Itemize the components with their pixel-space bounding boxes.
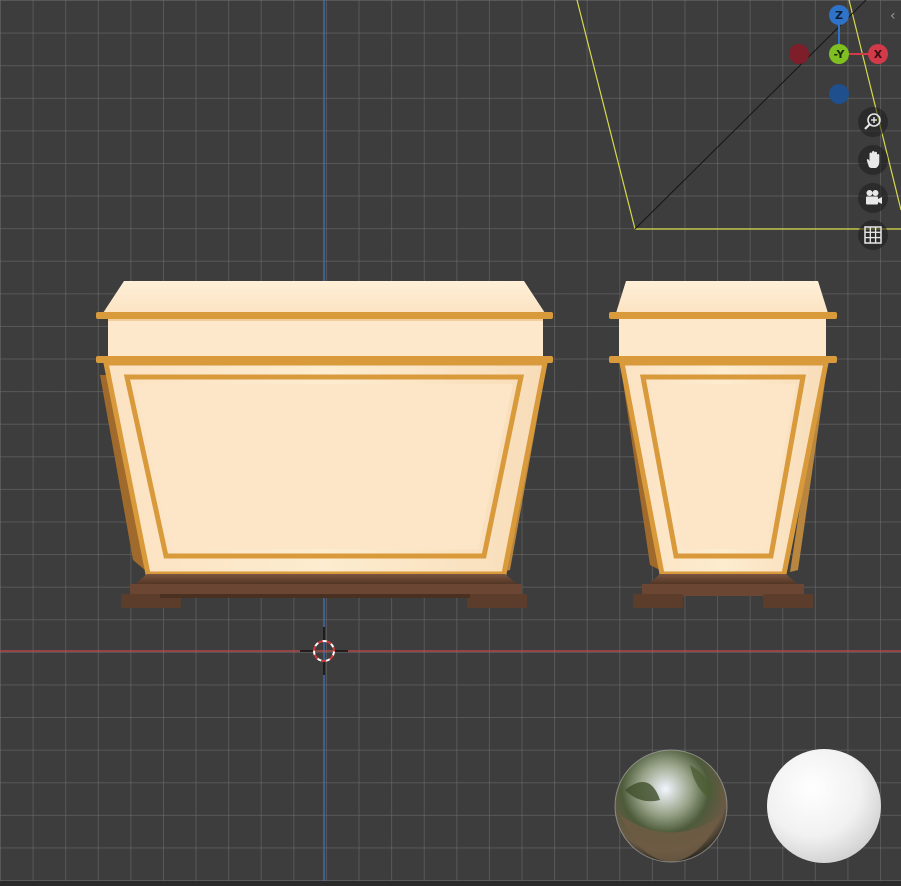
3d-viewport[interactable]: Z -Y X ‹ (0, 0, 901, 886)
camera-frustum (576, 0, 901, 230)
zoom-icon (864, 113, 881, 130)
ortho-toggle-button[interactable] (858, 220, 888, 250)
scene-canvas (0, 0, 901, 886)
gizmo-y-axis[interactable]: -Y (829, 44, 849, 64)
right-cabinet (609, 281, 837, 608)
grid-ortho-icon (864, 226, 882, 244)
left-cabinet (96, 281, 553, 608)
viewport-bottom-edge (0, 881, 901, 886)
gizmo-y-label: -Y (833, 47, 845, 61)
gizmo-z-axis[interactable]: Z (829, 5, 849, 25)
gizmo-x-label: X (873, 47, 883, 61)
pan-hand-icon (866, 151, 880, 168)
camera-view-button[interactable] (858, 183, 888, 213)
pan-button[interactable] (858, 145, 888, 175)
chrome-sphere (614, 749, 728, 863)
gizmo-x-axis[interactable]: X (868, 44, 888, 64)
sidebar-toggle-icon[interactable]: ‹ (890, 8, 896, 24)
camera-icon (866, 190, 882, 205)
gizmo-z-label: Z (835, 8, 843, 22)
zoom-button[interactable] (858, 107, 888, 137)
diffuse-sphere (767, 749, 881, 863)
